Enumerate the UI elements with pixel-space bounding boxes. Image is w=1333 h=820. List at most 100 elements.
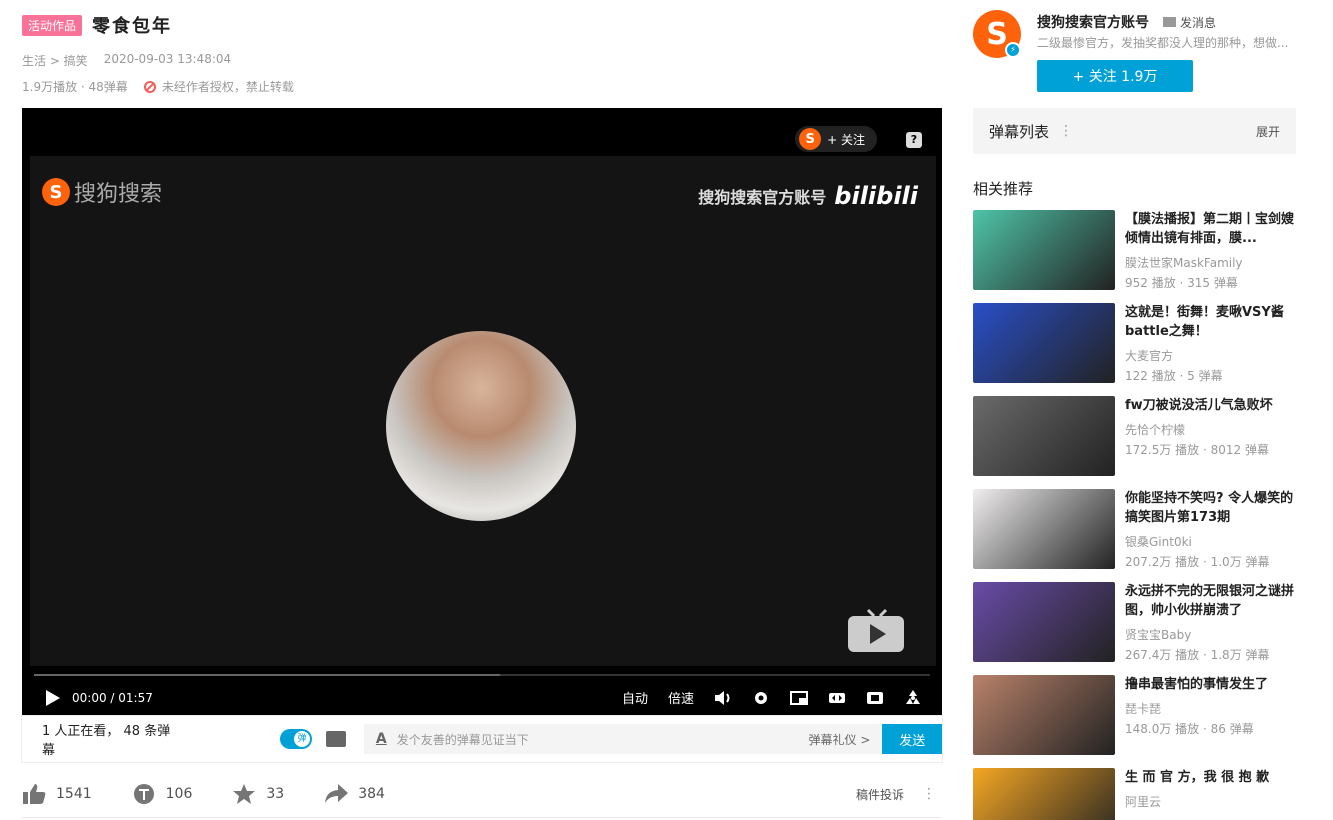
recommend-uploader[interactable]: 琵卡琵 xyxy=(1125,700,1295,717)
danmaku-placeholder: 发个友善的弹幕见证当下 xyxy=(396,732,529,747)
coin-button[interactable]: 106 xyxy=(132,783,193,805)
recommend-uploader[interactable]: 贤宝宝Baby xyxy=(1125,626,1295,643)
danmaku-list-title: 弹幕列表 xyxy=(989,122,1050,141)
recommend-info: 撸串最害怕的事情发生了 琵卡琵 148.0万 播放 · 86 弹幕 xyxy=(1125,675,1295,737)
recommend-info: 生 而 官 方，我 很 抱 歉阿里云 xyxy=(1125,768,1295,813)
follow-uploader-button[interactable]: + 关注 1.9万 xyxy=(1037,60,1193,92)
sogou-watermark-icon: S xyxy=(42,178,70,206)
player-follow-button[interactable]: S + 关注 xyxy=(795,126,877,152)
recommend-item[interactable]: 【膜法播报】第二期丨宝剑嫂倾情出镜有排面，膜... 膜法世家MaskFamily 9… xyxy=(973,210,1296,303)
recommend-thumbnail[interactable] xyxy=(973,396,1115,476)
player-top-bar: S + 关注 ? xyxy=(22,108,942,156)
danmaku-etiquette-link[interactable]: 弹幕礼仪 > xyxy=(809,731,871,748)
page: 活动作品 零食包年 生活 > 搞笑 2020-09-03 13:48:04 1.… xyxy=(0,0,1333,820)
recommend-title[interactable]: 你能坚持不笑吗? 令人爆笑的搞笑图片第173期 xyxy=(1125,489,1295,527)
recommend-title[interactable]: 生 而 官 方，我 很 抱 歉 xyxy=(1125,768,1295,787)
tv-play-icon[interactable] xyxy=(846,608,906,654)
font-style-icon[interactable]: A xyxy=(376,731,387,747)
video-stats-row: 1.9万播放 · 48弹幕 未经作者授权，禁止转载 xyxy=(22,78,294,95)
recommend-info: 你能坚持不笑吗? 令人爆笑的搞笑图片第173期 银桑Gint0ki 207.2万 播… xyxy=(1125,489,1295,570)
danmaku-input[interactable]: A 发个友善的弹幕见证当下 弹幕礼仪 > xyxy=(363,724,883,754)
speed-button[interactable]: 倍速 xyxy=(668,688,694,707)
like-button[interactable]: 1541 xyxy=(22,783,92,805)
pip-icon[interactable] xyxy=(790,690,808,706)
recommend-stats: 148.0万 播放 · 86 弹幕 xyxy=(1125,722,1254,736)
fullscreen-icon[interactable] xyxy=(904,689,922,706)
player-controls: 00:00 / 01:57 自动 倍速 xyxy=(22,680,942,715)
recommend-list: 【膜法播报】第二期丨宝剑嫂倾情出镜有排面，膜... 膜法世家MaskFamily 9… xyxy=(973,210,1296,820)
uploader-description: 二级最惨官方，发抽奖都没人理的那种，想做... xyxy=(1037,36,1289,50)
recommend-uploader[interactable]: 银桑Gint0ki xyxy=(1125,533,1295,550)
video-title: 零食包年 xyxy=(92,16,173,37)
recommend-title[interactable]: 【膜法播报】第二期丨宝剑嫂倾情出镜有排面，膜... xyxy=(1125,210,1295,248)
send-message-link[interactable]: 发消息 xyxy=(1163,14,1216,31)
recommend-info: 这就是！街舞！麦啾VSY酱battle之舞！ 大麦官方 122 播放 · 5 弹幕 xyxy=(1125,303,1295,384)
video-frame[interactable]: S 搜狗搜索 搜狗搜索官方账号 bilibili xyxy=(30,156,936,666)
recommend-item[interactable]: 这就是！街舞！麦啾VSY酱battle之舞！ 大麦官方 122 播放 · 5 弹幕 xyxy=(973,303,1296,396)
recommend-heading: 相关推荐 xyxy=(973,180,1034,198)
danmaku-list-menu-icon[interactable]: ⋮ xyxy=(1059,123,1073,139)
web-fullscreen-icon[interactable] xyxy=(866,690,884,706)
recommend-thumbnail[interactable] xyxy=(973,303,1115,383)
recommend-uploader[interactable]: 阿里云 xyxy=(1125,793,1295,810)
mail-icon xyxy=(1163,17,1176,27)
activity-badge[interactable]: 活动作品 xyxy=(22,14,83,36)
volume-icon[interactable] xyxy=(714,690,732,706)
verified-icon: ⚡ xyxy=(1005,42,1021,58)
recommend-thumbnail[interactable] xyxy=(973,582,1115,662)
recommend-item[interactable]: 撸串最害怕的事情发生了 琵卡琵 148.0万 播放 · 86 弹幕 xyxy=(973,675,1296,768)
settings-gear-icon[interactable] xyxy=(752,690,770,706)
recommend-item[interactable]: 你能坚持不笑吗? 令人爆笑的搞笑图片第173期 银桑Gint0ki 207.2万 播… xyxy=(973,489,1296,582)
recommend-thumbnail[interactable] xyxy=(973,489,1115,569)
coin-icon xyxy=(133,784,154,804)
coin-count: 106 xyxy=(165,786,193,802)
recommend-thumbnail[interactable] xyxy=(973,768,1115,820)
recommend-item[interactable]: 永远拼不完的无限银河之谜拼图，帅小伙拼崩溃了贤宝宝Baby 267.4万 播放 ·… xyxy=(973,582,1296,675)
recommend-thumbnail[interactable] xyxy=(973,210,1115,290)
watermark-left-text: 搜狗搜索 xyxy=(74,182,163,207)
danmaku-bar: 1 人正在看， 48 条弹幕 弹 A 发个友善的弹幕见证当下 弹幕礼仪 > 发送 xyxy=(22,716,942,762)
help-icon[interactable]: ? xyxy=(906,132,922,148)
send-danmaku-button[interactable]: 发送 xyxy=(882,724,942,754)
recommend-title[interactable]: 撸串最害怕的事情发生了 xyxy=(1125,675,1295,694)
uploader-name[interactable]: 搜狗搜索官方账号 xyxy=(1037,12,1149,32)
player-follow-label: + 关注 xyxy=(827,132,865,147)
complain-link[interactable]: 稿件投诉 xyxy=(856,786,904,803)
recommend-stats: 267.4万 播放 · 1.8万 弹幕 xyxy=(1125,648,1270,662)
quality-button[interactable]: 自动 xyxy=(622,688,648,707)
recommend-stats: 172.5万 播放 · 8012 弹幕 xyxy=(1125,443,1269,457)
recommend-info: fw刀被说没活儿气急败坏 先恰个柠檬 172.5万 播放 · 8012 弹幕 xyxy=(1125,396,1295,458)
recommend-item[interactable]: fw刀被说没活儿气急败坏 先恰个柠檬 172.5万 播放 · 8012 弹幕 xyxy=(973,396,1296,489)
favorite-button[interactable]: 33 xyxy=(232,783,284,805)
danmaku-toggle-label: 弹 xyxy=(294,731,311,747)
share-button[interactable]: 384 xyxy=(324,783,385,805)
widescreen-icon[interactable] xyxy=(828,690,846,706)
danmaku-list-header[interactable]: 弹幕列表 ⋮ 展开 xyxy=(973,108,1296,154)
recommend-title[interactable]: 这就是！街舞！麦啾VSY酱battle之舞！ xyxy=(1125,303,1295,341)
category-breadcrumb[interactable]: 生活 > 搞笑 xyxy=(22,52,88,69)
recommend-uploader[interactable]: 膜法世家MaskFamily xyxy=(1125,254,1295,271)
recommend-thumbnail[interactable] xyxy=(973,675,1115,755)
danmaku-list-expand[interactable]: 展开 xyxy=(1256,123,1280,140)
more-options-icon[interactable]: ⋮ xyxy=(922,786,936,802)
share-arrow-icon xyxy=(325,784,349,803)
share-count: 384 xyxy=(358,786,385,802)
time-display: 00:00 / 01:57 xyxy=(72,690,153,705)
watermark-right-text: 搜狗搜索官方账号 xyxy=(698,188,827,207)
recommend-title[interactable]: 永远拼不完的无限银河之谜拼图，帅小伙拼崩溃了 xyxy=(1125,582,1295,620)
title-row: 活动作品 零食包年 xyxy=(22,12,172,38)
recommend-uploader[interactable]: 先恰个柠檬 xyxy=(1125,421,1295,438)
recommend-stats: 122 播放 · 5 弹幕 xyxy=(1125,369,1223,383)
play-icon[interactable] xyxy=(46,689,60,706)
recommend-info: 【膜法播报】第二期丨宝剑嫂倾情出镜有排面，膜... 膜法世家MaskFamily 9… xyxy=(1125,210,1295,291)
recommend-item[interactable]: 生 而 官 方，我 很 抱 歉阿里云 xyxy=(973,768,1296,820)
thumbs-up-icon xyxy=(23,784,46,804)
watching-count: 1 人正在看， 48 条弹幕 xyxy=(42,724,171,758)
recommend-title[interactable]: fw刀被说没活儿气急败坏 xyxy=(1125,396,1295,415)
danmaku-settings-icon[interactable] xyxy=(326,731,346,747)
danmaku-toggle[interactable]: 弹 xyxy=(280,729,313,749)
video-player[interactable]: S + 关注 ? S 搜狗搜索 搜狗搜索官方账号 bilibili 00:00 … xyxy=(22,108,942,715)
recommend-uploader[interactable]: 大麦官方 xyxy=(1125,347,1295,364)
uploader-name-row: 搜狗搜索官方账号 发消息 xyxy=(1037,12,1216,32)
progress-bar[interactable] xyxy=(34,674,930,676)
